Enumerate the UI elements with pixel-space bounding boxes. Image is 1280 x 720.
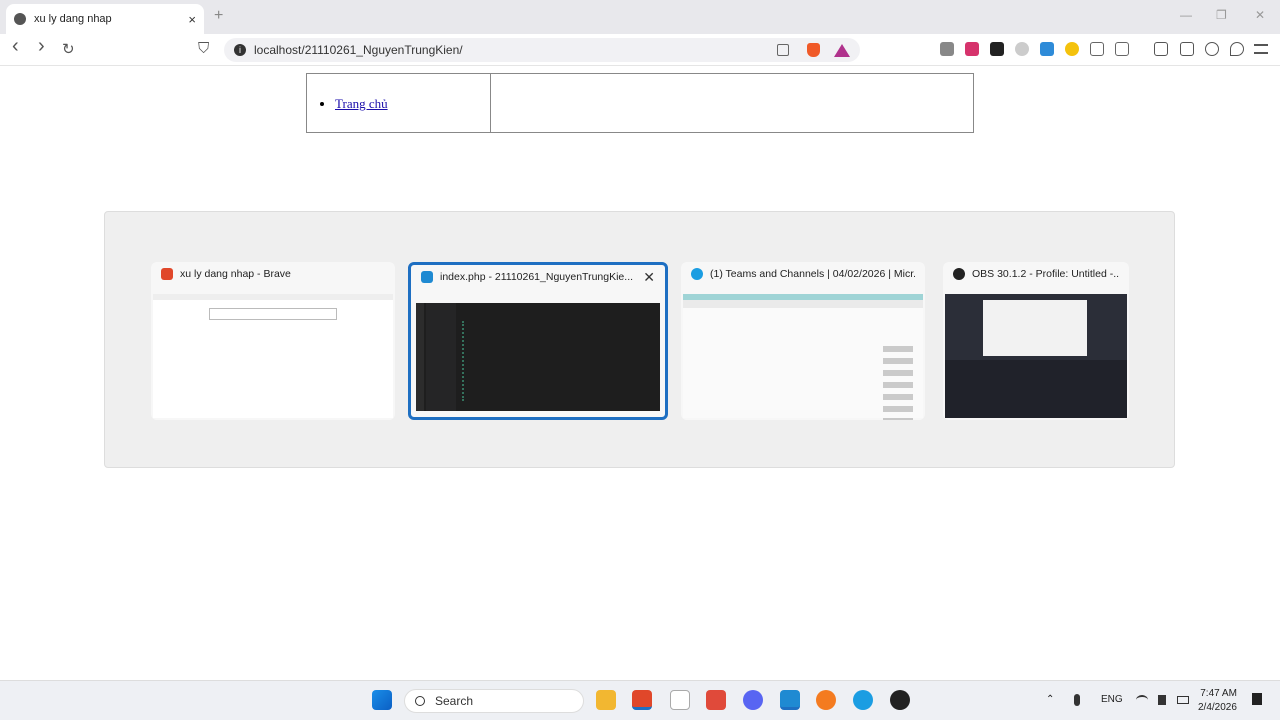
- window-title-row: index.php - 21110261_NguyenTrungKie...: [421, 271, 655, 283]
- back-button[interactable]: ‹: [12, 35, 19, 58]
- extension-icon[interactable]: [1015, 42, 1029, 56]
- window-thumbnail-brave[interactable]: xu ly dang nhap - Brave: [151, 262, 395, 420]
- vscode-icon[interactable]: [780, 690, 800, 710]
- url-text[interactable]: localhost/21110261_NguyenTrungKien/: [254, 43, 463, 57]
- app-icon[interactable]: [706, 690, 726, 710]
- main-cell: [491, 74, 973, 132]
- notification-icon[interactable]: [1252, 693, 1262, 705]
- edge-icon[interactable]: [853, 690, 873, 710]
- window-title-row: xu ly dang nhap - Brave: [161, 268, 385, 280]
- extension-icon[interactable]: [965, 42, 979, 56]
- vscode-icon: [421, 271, 433, 283]
- menu-cell: Trang chủ: [307, 74, 491, 132]
- leo-icon[interactable]: [1205, 42, 1219, 56]
- window-preview: [945, 294, 1127, 418]
- extension-icon[interactable]: [1115, 42, 1129, 56]
- document-icon[interactable]: [670, 690, 690, 710]
- window-title: (1) Teams and Channels | 04/02/2026 | Mi…: [710, 268, 915, 280]
- menu-item: Trang chủ: [335, 96, 490, 112]
- volume-icon[interactable]: [1158, 695, 1166, 705]
- close-window-button[interactable]: ✕: [1255, 8, 1265, 22]
- extension-icon[interactable]: [990, 42, 1004, 56]
- preview-table: [209, 308, 337, 320]
- search-label: Search: [435, 694, 474, 708]
- edge-icon: [691, 268, 703, 280]
- extension-icon[interactable]: [940, 42, 954, 56]
- window-title-row: (1) Teams and Channels | 04/02/2026 | Mi…: [691, 268, 915, 280]
- taskbar: Search ⌃ ENG 7:47 AM 2/4/2026: [0, 680, 1280, 720]
- window-title: OBS 30.1.2 - Profile: Untitled -...: [972, 268, 1119, 280]
- extension-icon[interactable]: [1040, 42, 1054, 56]
- language-indicator[interactable]: ENG: [1101, 694, 1123, 705]
- date: 2/4/2026: [1198, 702, 1237, 713]
- vpn-icon[interactable]: [1230, 42, 1244, 56]
- clock[interactable]: 7:47 AM 2/4/2026: [1198, 687, 1237, 715]
- window-title-row: OBS 30.1.2 - Profile: Untitled -...: [953, 268, 1119, 280]
- search-icon: [415, 696, 425, 706]
- obs-icon: [953, 268, 965, 280]
- preview-avatars: [883, 340, 913, 420]
- preview-toolbar: [683, 300, 923, 308]
- windows-start-icon[interactable]: [372, 690, 392, 710]
- content-table: Trang chủ: [306, 73, 974, 133]
- activity-bar: [416, 303, 424, 411]
- battery-icon[interactable]: [1177, 696, 1189, 704]
- window-title: index.php - 21110261_NguyenTrungKie...: [440, 271, 634, 283]
- forward-button[interactable]: ›: [38, 35, 45, 58]
- minimize-button[interactable]: —: [1180, 8, 1192, 22]
- microphone-icon[interactable]: [1074, 694, 1080, 706]
- restore-button[interactable]: ❐: [1216, 8, 1227, 22]
- window-preview: [416, 303, 660, 411]
- wallet-icon[interactable]: [1180, 42, 1194, 56]
- obs-icon[interactable]: [890, 690, 910, 710]
- browser-titlebar: xu ly dang nhap × + — ❐ ✕: [0, 0, 1280, 34]
- window-thumbnail-obs[interactable]: OBS 30.1.2 - Profile: Untitled -...: [943, 262, 1129, 420]
- browser-tab[interactable]: xu ly dang nhap ×: [6, 4, 204, 34]
- new-tab-button[interactable]: +: [214, 7, 223, 25]
- postman-icon[interactable]: [816, 690, 836, 710]
- close-icon[interactable]: ✕: [643, 269, 655, 286]
- bookmark-icon[interactable]: ⛉: [198, 40, 209, 57]
- reload-button[interactable]: ↻: [62, 40, 75, 58]
- brave-rewards-icon[interactable]: [834, 43, 850, 57]
- menu-icon[interactable]: [1254, 44, 1268, 54]
- task-switcher: xu ly dang nhap - Brave index.php - 2111…: [104, 211, 1175, 468]
- brave-icon[interactable]: [632, 690, 652, 710]
- time: 7:47 AM: [1200, 688, 1237, 699]
- address-bar[interactable]: i localhost/21110261_NguyenTrungKien/: [224, 38, 860, 62]
- share-icon[interactable]: [777, 44, 789, 56]
- sidebar-icon[interactable]: [1154, 42, 1168, 56]
- window-thumbnail-edge[interactable]: (1) Teams and Channels | 04/02/2026 | Mi…: [681, 262, 925, 420]
- taskbar-search[interactable]: Search: [404, 689, 584, 713]
- dark-mode-icon[interactable]: [1065, 42, 1079, 56]
- tab-close-icon[interactable]: ×: [188, 12, 196, 27]
- window-preview: [153, 294, 393, 418]
- window-thumbnail-vscode[interactable]: index.php - 21110261_NguyenTrungKie... ✕: [408, 262, 668, 420]
- file-explorer-icon[interactable]: [596, 690, 616, 710]
- tab-title: xu ly dang nhap: [34, 13, 112, 25]
- code-lines: [462, 321, 552, 401]
- brave-icon: [161, 268, 173, 280]
- explorer-pane: [426, 303, 456, 411]
- browser-toolbar: ‹ › ↻ ⛉ i localhost/21110261_NguyenTrung…: [0, 34, 1280, 66]
- puzzle-icon[interactable]: [1090, 42, 1104, 56]
- preview-docks: [945, 360, 1127, 418]
- preview-canvas: [983, 300, 1087, 356]
- home-link[interactable]: Trang chủ: [335, 96, 388, 111]
- window-preview: [683, 294, 923, 420]
- chevron-up-icon[interactable]: ⌃: [1046, 694, 1054, 705]
- info-icon[interactable]: i: [234, 44, 246, 56]
- globe-icon: [14, 13, 26, 25]
- wifi-icon[interactable]: [1136, 695, 1148, 705]
- discord-icon[interactable]: [743, 690, 763, 710]
- window-title: xu ly dang nhap - Brave: [180, 268, 291, 280]
- brave-shields-icon[interactable]: [807, 43, 820, 57]
